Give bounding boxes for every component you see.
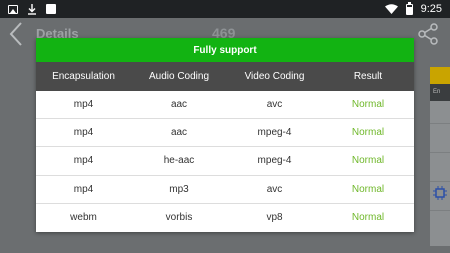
support-dialog: Fully support Encapsulation Audio Coding… bbox=[36, 38, 414, 232]
background-tab bbox=[430, 67, 450, 84]
share-icon[interactable] bbox=[416, 22, 440, 46]
cell-encapsulation: mp4 bbox=[73, 155, 94, 167]
background-divider bbox=[430, 123, 450, 124]
cell-result: Normal bbox=[351, 155, 385, 167]
background-divider bbox=[430, 210, 450, 211]
cell-video: avc bbox=[266, 183, 283, 195]
column-header-video-coding: Video Coding bbox=[244, 71, 305, 82]
table-header: Encapsulation Audio Coding Video Coding … bbox=[36, 62, 414, 91]
dialog-title: Fully support bbox=[36, 38, 414, 62]
back-arrow-icon[interactable] bbox=[6, 21, 28, 47]
cell-video: avc bbox=[266, 99, 283, 111]
cell-encapsulation: mp4 bbox=[73, 99, 94, 111]
cell-result: Normal bbox=[351, 99, 385, 111]
wifi-icon bbox=[384, 4, 398, 14]
status-bar: 9:25 bbox=[0, 0, 450, 18]
table-row: webm vorbis vp8 Normal bbox=[36, 204, 414, 232]
app-notification-icon bbox=[46, 4, 56, 14]
cell-result: Normal bbox=[351, 212, 385, 224]
column-header-encapsulation: Encapsulation bbox=[52, 71, 115, 82]
cell-result: Normal bbox=[351, 127, 385, 139]
cell-audio: he-aac bbox=[163, 155, 195, 167]
cell-encapsulation: mp4 bbox=[73, 127, 94, 139]
background-divider bbox=[430, 152, 450, 153]
cell-encapsulation: webm bbox=[70, 212, 97, 224]
table-row: mp4 mp3 avc Normal bbox=[36, 176, 414, 204]
table-row: mp4 aac mpeg-4 Normal bbox=[36, 119, 414, 148]
image-notification-icon bbox=[8, 4, 18, 14]
table-row: mp4 aac avc Normal bbox=[36, 91, 414, 120]
cell-video: mpeg-4 bbox=[257, 155, 292, 167]
chip-icon bbox=[433, 186, 447, 200]
table-row: mp4 he-aac mpeg-4 Normal bbox=[36, 147, 414, 176]
cell-video: mpeg-4 bbox=[257, 127, 292, 139]
cell-audio: aac bbox=[170, 127, 188, 139]
clock: 9:25 bbox=[420, 3, 442, 15]
cell-video: vp8 bbox=[266, 212, 283, 224]
background-header: En bbox=[430, 84, 450, 101]
battery-icon bbox=[405, 1, 413, 15]
cell-audio: vorbis bbox=[165, 212, 193, 224]
column-header-audio-coding: Audio Coding bbox=[148, 71, 210, 82]
column-header-result: Result bbox=[353, 71, 383, 82]
background-divider bbox=[430, 181, 450, 182]
cell-audio: aac bbox=[170, 99, 188, 111]
cell-encapsulation: mp4 bbox=[73, 183, 94, 195]
download-icon bbox=[28, 3, 36, 15]
cell-audio: mp3 bbox=[169, 183, 189, 195]
table-body: mp4 aac avc Normal mp4 aac mpeg-4 Normal… bbox=[36, 91, 414, 232]
cell-result: Normal bbox=[351, 183, 385, 195]
